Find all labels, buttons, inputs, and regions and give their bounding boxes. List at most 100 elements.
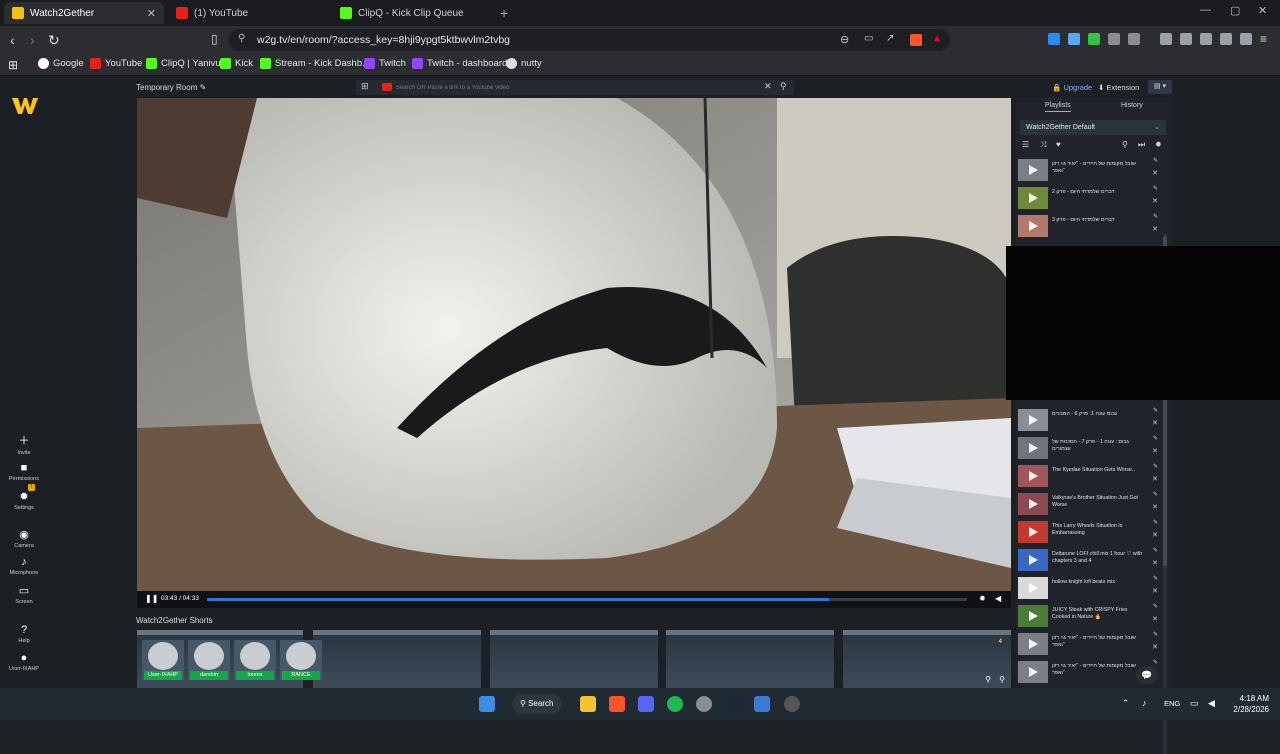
- video-thumbnail[interactable]: [1018, 549, 1048, 571]
- close-window-icon[interactable]: ✕: [1258, 4, 1267, 17]
- video-search-bar[interactable]: ⊞ ✕ ⚲: [356, 80, 794, 95]
- share-icon[interactable]: ↗: [886, 33, 894, 44]
- edit-icon[interactable]: ✎: [1153, 547, 1158, 554]
- video-thumbnail[interactable]: [1018, 577, 1048, 599]
- edit-icon[interactable]: ✎: [200, 83, 207, 92]
- remove-icon[interactable]: ✕: [1152, 169, 1158, 177]
- apps-grid-icon[interactable]: ⊞: [8, 58, 18, 72]
- playlist-item[interactable]: This Larry Wheels Situation Is Embarrass…: [1018, 519, 1162, 545]
- help-button[interactable]: ? Help: [4, 624, 44, 644]
- settings-gear-icon[interactable]: ✹: [979, 594, 986, 603]
- extension-icon[interactable]: [1088, 33, 1100, 45]
- user-tile[interactable]: RANCE: [280, 640, 322, 680]
- playlist-select[interactable]: Watch2Gether Default ⌄: [1020, 120, 1166, 135]
- extension-icon[interactable]: [1048, 33, 1060, 45]
- tab-clipq[interactable]: ClipQ - Kick Clip Queue: [332, 2, 496, 24]
- short-card[interactable]: [490, 630, 658, 688]
- microphone-tray-icon[interactable]: ♪: [1142, 698, 1147, 708]
- new-tab-icon[interactable]: +: [500, 5, 508, 21]
- shuffle-icon[interactable]: ⤨: [1040, 140, 1046, 150]
- vpn-icon[interactable]: [1220, 33, 1232, 45]
- heart-icon[interactable]: ♥: [1056, 140, 1061, 149]
- video-thumbnail[interactable]: [1018, 493, 1048, 515]
- forward-icon[interactable]: ›: [30, 32, 35, 48]
- video-thumbnail[interactable]: [1018, 159, 1048, 181]
- tab-youtube[interactable]: (1) YouTube: [168, 2, 328, 24]
- video-thumbnail[interactable]: [1018, 215, 1048, 237]
- screen-button[interactable]: ▭ Screen: [4, 584, 44, 605]
- video-thumbnail[interactable]: [1018, 605, 1048, 627]
- playlist-item[interactable]: דברים שלמדתי היום - פרק 2 ✎ ✕: [1018, 185, 1162, 211]
- watch2gether-logo[interactable]: [12, 98, 38, 114]
- brave-icon[interactable]: [609, 696, 625, 712]
- edit-icon[interactable]: ✎: [1153, 575, 1158, 582]
- language-indicator[interactable]: ENG: [1164, 699, 1180, 708]
- address-bar[interactable]: ⚲ w2g.tv/en/room/?access_key=8hji9ypgt5k…: [228, 29, 950, 51]
- bookmark-google[interactable]: Google: [38, 58, 84, 69]
- brave-rewards-icon[interactable]: ▲: [932, 33, 942, 44]
- wallet-icon[interactable]: [1200, 33, 1212, 45]
- remove-icon[interactable]: ✕: [1152, 643, 1158, 651]
- playlist-item[interactable]: JUICY Steak with CRISPY Fries Cooked in …: [1018, 603, 1162, 629]
- video-thumbnail[interactable]: [1018, 465, 1048, 487]
- app-icon[interactable]: [754, 696, 770, 712]
- short-card[interactable]: 4 ⚲ ⚲: [843, 630, 1011, 688]
- spotify-icon[interactable]: [667, 696, 683, 712]
- system-clock[interactable]: 4:18 AM 2/28/2026: [1225, 693, 1269, 715]
- music-icon[interactable]: [1160, 33, 1172, 45]
- bookmark-kick[interactable]: Kick: [220, 58, 253, 69]
- playlist-item[interactable]: דברים שלמדתי היום - פרק 3 ✎ ✕: [1018, 213, 1162, 239]
- edit-icon[interactable]: ✎: [1153, 519, 1158, 526]
- url-text[interactable]: w2g.tv/en/room/?access_key=8hji9ypgt5ktb…: [257, 34, 510, 46]
- close-tab-icon[interactable]: ✕: [147, 7, 156, 20]
- camera-button[interactable]: ◉ Camera: [4, 528, 44, 549]
- cast-icon[interactable]: ▭: [864, 33, 873, 44]
- user-tile[interactable]: darshin: [188, 640, 230, 680]
- steam-icon[interactable]: [725, 696, 741, 712]
- video-thumbnail[interactable]: [1018, 187, 1048, 209]
- maximize-icon[interactable]: ▢: [1230, 4, 1240, 17]
- remove-icon[interactable]: ✕: [1152, 475, 1158, 483]
- reload-icon[interactable]: ↻: [48, 32, 60, 49]
- bookmark-kick-dashboard[interactable]: Stream - Kick Dashb...: [260, 58, 370, 69]
- remove-icon[interactable]: ✕: [1152, 419, 1158, 427]
- user-tile[interactable]: User-IXAHP: [142, 640, 184, 680]
- playlist-item[interactable]: גבוס : עונה 1 - פרק 7 - הסכנות של עצמורי…: [1018, 435, 1162, 461]
- search-input[interactable]: [396, 81, 756, 94]
- bookmark-nutty[interactable]: nutty: [506, 58, 542, 69]
- short-card[interactable]: [666, 630, 834, 688]
- microphone-button[interactable]: ♪ Microphone: [4, 556, 44, 576]
- brave-shield-icon[interactable]: [910, 34, 922, 46]
- remove-icon[interactable]: ✕: [1152, 615, 1158, 623]
- bookmark-icon[interactable]: ▯: [211, 32, 218, 46]
- obs-icon[interactable]: [696, 696, 712, 712]
- remove-icon[interactable]: ✕: [1152, 197, 1158, 205]
- video-thumbnail[interactable]: [1018, 521, 1048, 543]
- upgrade-link[interactable]: 🔒 Upgrade: [1052, 83, 1092, 92]
- edit-icon[interactable]: ✎: [1153, 435, 1158, 442]
- back-icon[interactable]: ‹: [10, 32, 15, 48]
- edit-icon[interactable]: ✎: [1153, 491, 1158, 498]
- app-icon[interactable]: [784, 696, 800, 712]
- extension-icon[interactable]: [1068, 33, 1080, 45]
- room-title[interactable]: Temporary Room ✎: [136, 83, 206, 92]
- short-card[interactable]: [313, 630, 481, 688]
- clear-icon[interactable]: ✕: [764, 81, 772, 92]
- playlist-item[interactable]: hollow knight lofi beats mix ✎ ✕: [1018, 575, 1162, 601]
- site-info-icon[interactable]: ⚲: [238, 33, 245, 44]
- user-profile-button[interactable]: ● User-IXAHP: [4, 652, 44, 672]
- remove-icon[interactable]: ✕: [1152, 447, 1158, 455]
- tab-history[interactable]: History: [1121, 102, 1143, 109]
- playlist-item[interactable]: The Kyedae Situation Gets Worse.. ✎ ✕: [1018, 463, 1162, 489]
- edit-icon[interactable]: ✎: [1153, 463, 1158, 470]
- edit-icon[interactable]: ✎: [1153, 157, 1158, 164]
- edit-icon[interactable]: ✎: [1153, 407, 1158, 414]
- edit-icon[interactable]: ✎: [1153, 213, 1158, 220]
- zoom-in-icon[interactable]: ⚲: [985, 675, 991, 684]
- progress-bar[interactable]: [207, 598, 967, 601]
- discord-icon[interactable]: [638, 696, 654, 712]
- minimize-icon[interactable]: —: [1200, 4, 1211, 16]
- permissions-button[interactable]: ■ Permissions: [4, 462, 44, 482]
- playlist-item[interactable]: Deltarune LOFI chill mix 1 hour ♡ with c…: [1018, 547, 1162, 573]
- chat-icon[interactable]: 💬: [1136, 666, 1158, 684]
